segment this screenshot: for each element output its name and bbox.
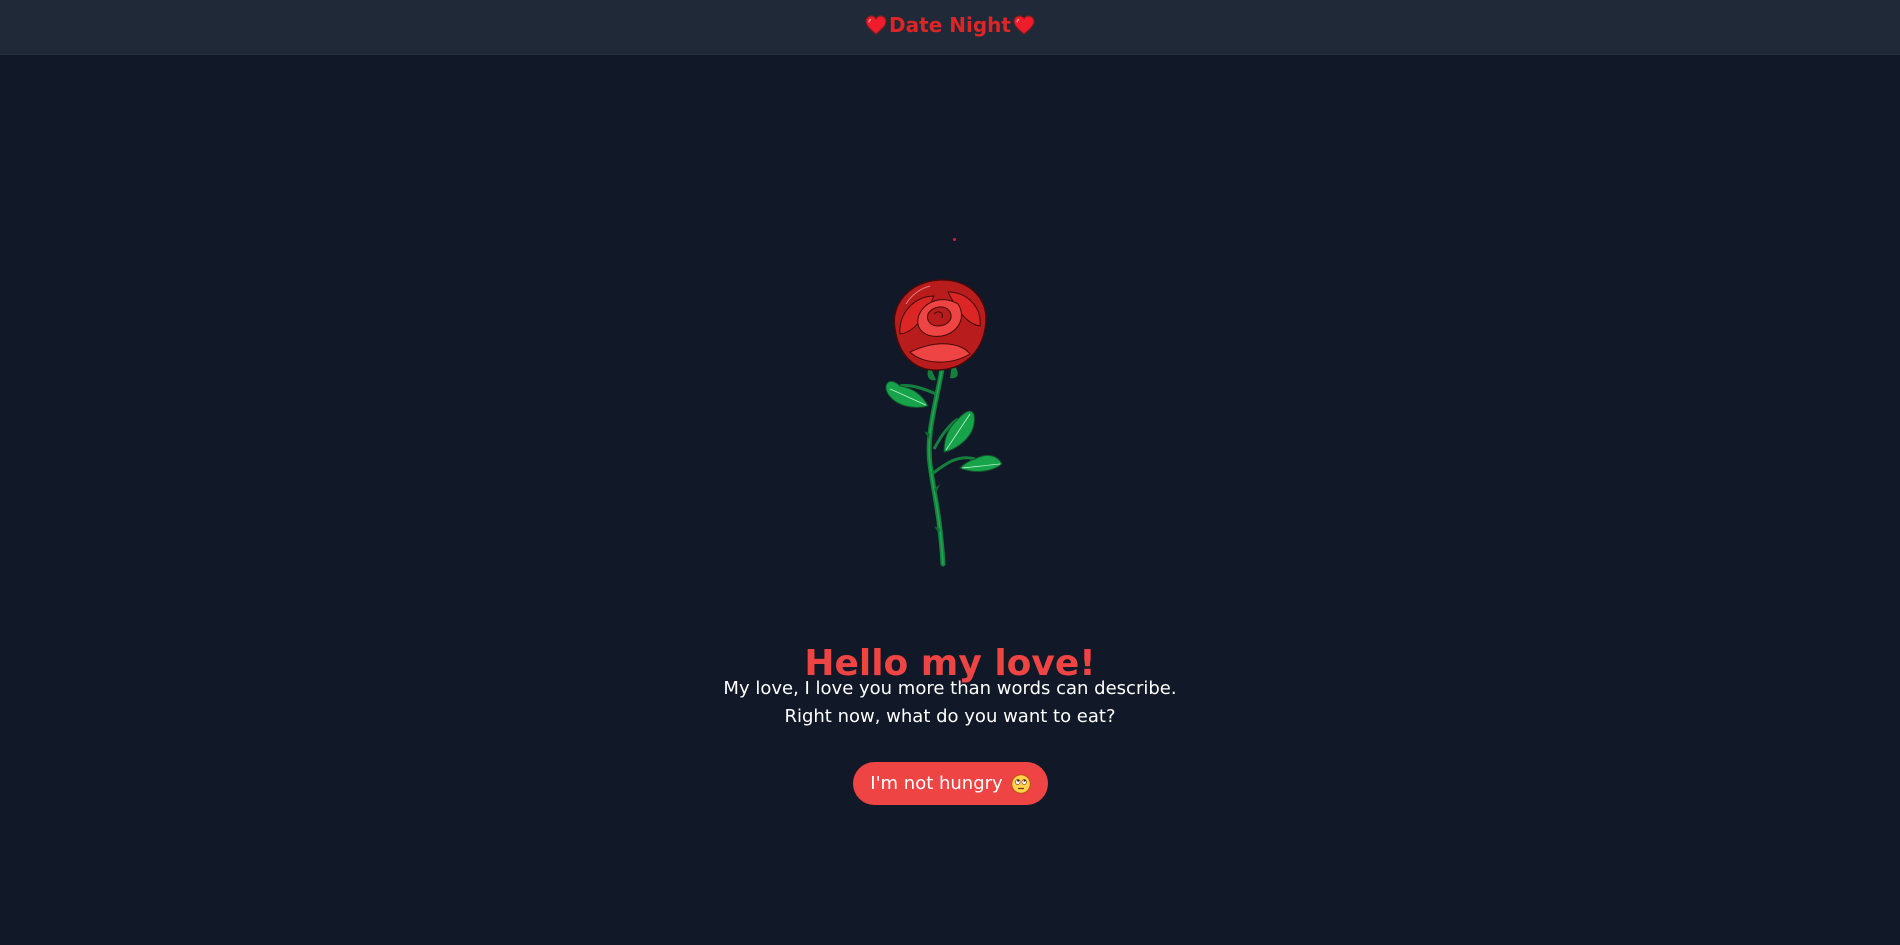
not-hungry-button[interactable]: I'm not hungry <box>853 762 1048 805</box>
app-title: Date Night <box>889 13 1011 37</box>
love-message: My love, I love you more than words can … <box>0 675 1900 731</box>
message-line: Right now, what do you want to eat? <box>784 706 1116 727</box>
top-bar: Date Night <box>0 0 1900 55</box>
heart-icon <box>865 15 887 35</box>
app-brand: Date Night <box>865 13 1035 37</box>
message-line: My love, I love you more than words can … <box>723 678 1177 699</box>
button-label: I'm not hungry <box>870 773 1003 794</box>
heart-icon <box>1013 15 1035 35</box>
decorative-dot <box>953 238 956 241</box>
rose-illustration <box>885 279 1003 567</box>
eye-roll-emoji-icon <box>1011 773 1031 794</box>
